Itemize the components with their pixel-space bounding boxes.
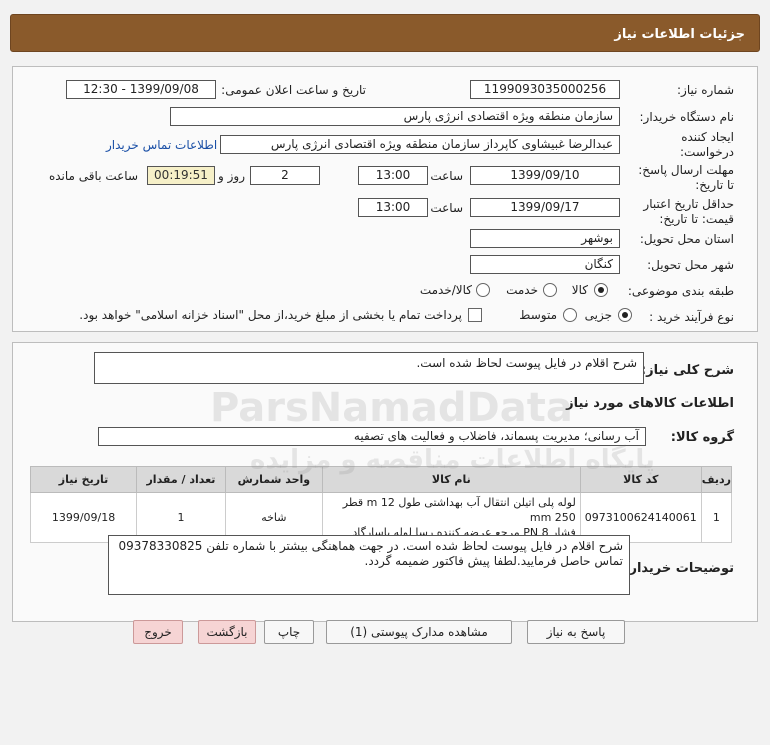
cell-row: 1: [700, 492, 733, 543]
col-code: کد کالا: [579, 466, 702, 493]
creator-label-1: ایجاد کننده: [681, 130, 734, 144]
goods-group-field: آب رسانی؛ مدیریت پسماند، فاضلاب و فعالیت…: [98, 427, 646, 446]
remaining-label: ساعت باقی مانده: [48, 169, 138, 183]
validity-time-field: 13:00: [358, 198, 428, 217]
city-field: کنگان: [470, 255, 620, 274]
need-number-field: 1199093035000256: [470, 80, 620, 99]
process-option-minor: جزیی: [584, 308, 612, 322]
days-field: 2: [250, 166, 320, 185]
province-label: استان محل تحویل:: [639, 232, 734, 246]
validity-label-2: قیمت: تا تاریخ:: [659, 212, 734, 226]
remaining-time-field: 00:19:51: [147, 166, 215, 185]
days-label: روز و: [218, 169, 245, 183]
buyer-notes-line2: تماس حاصل فرمایید.لطفا پیش فاکتور ضمیمه …: [364, 554, 624, 568]
reply-deadline-label-1: مهلت ارسال پاسخ:: [638, 163, 734, 177]
process-radio-minor[interactable]: [618, 308, 632, 322]
treasury-note: پرداخت تمام یا بخشی از مبلغ خرید،از محل …: [79, 308, 462, 322]
goods-group-label: گروه کالا:: [670, 430, 734, 445]
category-radio-service[interactable]: [543, 283, 557, 297]
col-name: نام کالا: [321, 466, 581, 493]
validity-label-1: حداقل تاریخ اعتبار: [643, 197, 734, 211]
validity-date-field: 1399/09/17: [470, 198, 620, 217]
col-date: تاریخ نیاز: [29, 466, 138, 493]
creator-field: عبدالرضا غبیشاوی کاپرداز سازمان منطقه وی…: [220, 135, 620, 154]
col-unit: واحد شمارش: [224, 466, 323, 493]
validity-time-label: ساعت: [430, 201, 463, 215]
cell-name-line1: لوله پلی اتیلن انتقال آب بهداشتی طول 12 …: [342, 496, 576, 524]
creator-label-2: درخواست:: [680, 145, 734, 159]
reply-deadline-label-2: تا تاریخ:: [695, 178, 734, 192]
print-button[interactable]: چاپ: [264, 620, 314, 644]
exit-button[interactable]: خروج: [133, 620, 183, 644]
process-label: نوع فرآیند خرید :: [649, 310, 734, 324]
page-title-bar: جزئیات اطلاعات نیاز: [10, 14, 760, 52]
buyer-contact-link[interactable]: اطلاعات تماس خریدار: [106, 138, 217, 152]
category-option-goods: کالا: [571, 283, 588, 297]
city-label: شهر محل تحویل:: [647, 258, 734, 272]
category-radio-goods[interactable]: [594, 283, 608, 297]
view-documents-button[interactable]: مشاهده مدارک پیوستی (1): [326, 620, 512, 644]
summary-field: شرح اقلام در فایل پیوست لحاظ شده است.: [94, 352, 644, 384]
buyer-notes-label: توضیحات خریدار:: [624, 561, 734, 576]
buyer-notes-line1: شرح اقلام در فایل پیوست لحاظ شده است. در…: [118, 539, 623, 553]
goods-section-title: اطلاعات کالاهای مورد نیاز: [566, 396, 734, 411]
category-radio-goods-service[interactable]: [476, 283, 490, 297]
goods-table-header: ردیف کد کالا نام کالا واحد شمارش تعداد /…: [29, 466, 733, 493]
buyer-notes-field: شرح اقلام در فایل پیوست لحاظ شده است. در…: [108, 535, 630, 595]
category-label: طبقه بندی موضوعی:: [627, 284, 734, 298]
announce-label: تاریخ و ساعت اعلان عمومی:: [221, 83, 366, 97]
treasury-checkbox[interactable]: [468, 308, 482, 322]
province-field: بوشهر: [470, 229, 620, 248]
reply-date-field: 1399/09/10: [470, 166, 620, 185]
buyer-org-field: سازمان منطقه ویژه اقتصادی انرژی پارس: [170, 107, 620, 126]
buyer-org-label: نام دستگاه خریدار:: [639, 110, 735, 124]
process-option-medium: متوسط: [519, 308, 557, 322]
category-option-goods-service: کالا/خدمت: [419, 283, 472, 297]
back-button[interactable]: بازگشت: [198, 620, 256, 644]
category-option-service: خدمت: [506, 283, 538, 297]
col-row: ردیف: [700, 466, 733, 493]
announce-field: 1399/09/08 - 12:30: [66, 80, 216, 99]
process-radio-medium[interactable]: [563, 308, 577, 322]
page-title: جزئیات اطلاعات نیاز: [614, 27, 745, 42]
col-qty: تعداد / مقدار: [136, 466, 226, 493]
reply-button[interactable]: پاسخ به نیاز: [527, 620, 625, 644]
summary-label: شرح کلی نیاز:: [640, 363, 734, 378]
reply-time-label: ساعت: [430, 169, 463, 183]
reply-time-field: 13:00: [358, 166, 428, 185]
goods-table: ردیف کد کالا نام کالا واحد شمارش تعداد /…: [29, 466, 733, 543]
need-number-label: شماره نیاز:: [677, 83, 734, 97]
